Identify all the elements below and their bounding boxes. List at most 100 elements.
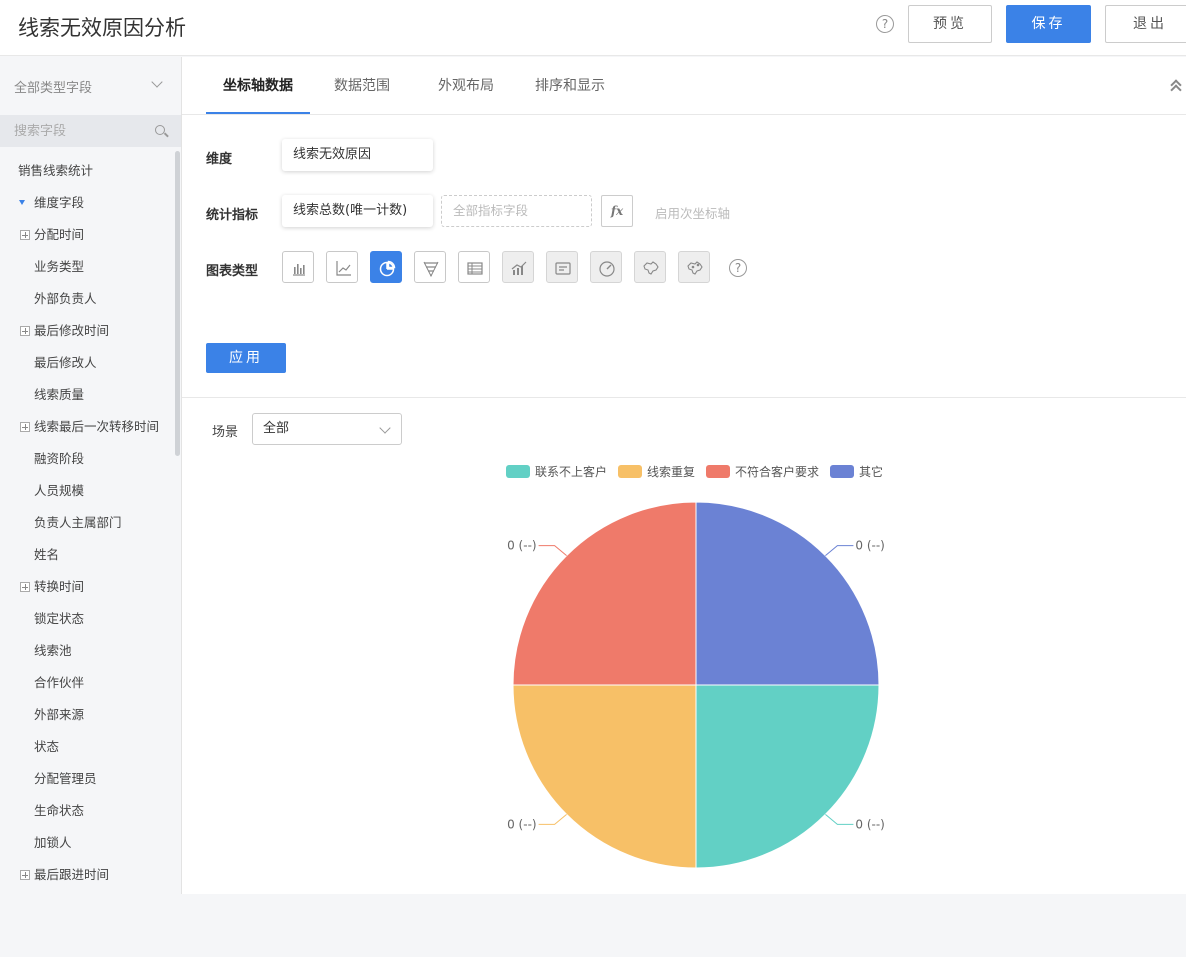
save-button[interactable]: 保存 — [1006, 5, 1091, 43]
main-panel: 坐标轴数据 数据范围 外观布局 排序和显示 维度 线索无效原因 统计指标 线索总… — [182, 57, 1186, 894]
pie-slice[interactable] — [512, 684, 697, 869]
sidebar-item[interactable]: 合作伙伴 — [0, 667, 175, 699]
chart-type-button[interactable] — [370, 251, 402, 283]
sidebar-item[interactable]: 负责人主属部门 — [0, 507, 175, 539]
sidebar-item[interactable]: 外部来源 — [0, 699, 175, 731]
sidebar-item-label: 线索质量 — [34, 387, 85, 402]
sidebar-item-label: 状态 — [34, 739, 60, 754]
pie-label-line — [825, 814, 854, 825]
sidebar-item[interactable]: 融资阶段 — [0, 443, 175, 475]
sidebar-item[interactable]: 维度字段 — [0, 187, 175, 219]
sidebar-item-label: 人员规模 — [34, 483, 85, 498]
sidebar-item-label: 外部负责人 — [34, 291, 97, 306]
sidebar-item[interactable]: 最后跟进时间 — [0, 859, 175, 891]
expand-plus-icon[interactable] — [20, 870, 30, 880]
apply-button[interactable]: 应用 — [206, 343, 286, 373]
sidebar-item-label: 销售线索统计 — [18, 163, 94, 178]
field-sidebar: 全部类型字段 销售线索统计维度字段分配时间业务类型外部负责人最后修改时间最后修改… — [0, 57, 182, 894]
tab-axis-data[interactable]: 坐标轴数据 — [223, 75, 293, 115]
sidebar-item-label: 外部来源 — [34, 707, 85, 722]
pie-data-label: 0 (--) — [507, 817, 536, 831]
sidebar-item[interactable]: 转换时间 — [0, 571, 175, 603]
sidebar-item[interactable]: 外部负责人 — [0, 283, 175, 315]
sidebar-item-label: 锁定状态 — [34, 611, 85, 626]
collapse-icon[interactable] — [1170, 79, 1182, 96]
chart-type-button[interactable] — [546, 251, 578, 283]
sidebar-item[interactable]: 销售线索统计 — [0, 155, 175, 187]
sidebar-item-label: 线索池 — [34, 643, 72, 658]
exit-button[interactable]: 退出 — [1105, 5, 1186, 43]
sidebar-item[interactable]: 生命状态 — [0, 795, 175, 827]
chart-type-button[interactable] — [414, 251, 446, 283]
sidebar-item[interactable]: 锁定状态 — [0, 603, 175, 635]
sidebar-item[interactable]: 线索最后一次转移时间 — [0, 411, 175, 443]
sidebar-item[interactable]: 业务类型 — [0, 251, 175, 283]
pie-data-label: 0 (--) — [855, 817, 884, 831]
caret-down-icon[interactable] — [19, 200, 25, 205]
page-title: 线索无效原因分析 — [18, 16, 186, 40]
top-bar: 线索无效原因分析 ? 预览 保存 退出 — [0, 0, 1186, 56]
pie-slice[interactable] — [695, 501, 880, 686]
sidebar-item[interactable]: 最后修改时间 — [0, 315, 175, 347]
pie-label-line — [538, 814, 567, 825]
metric-dropzone[interactable]: 全部指标字段 — [441, 195, 592, 227]
formula-button[interactable]: fx — [601, 195, 633, 227]
sidebar-scrollbar[interactable] — [175, 151, 180, 456]
sidebar-item[interactable]: 加锁人 — [0, 827, 175, 859]
sidebar-item-label: 维度字段 — [34, 195, 85, 210]
sidebar-item[interactable]: 最后修改人 — [0, 347, 175, 379]
tab-appearance[interactable]: 外观布局 — [438, 75, 494, 115]
dimension-field[interactable]: 线索无效原因 — [282, 139, 433, 171]
preview-button[interactable]: 预览 — [908, 5, 992, 43]
tab-data-range[interactable]: 数据范围 — [334, 75, 390, 115]
sidebar-item-label: 最后修改时间 — [34, 323, 110, 338]
chart-type-button[interactable] — [590, 251, 622, 283]
sidebar-item-label: 生命状态 — [34, 803, 85, 818]
sidebar-item-label: 业务类型 — [34, 259, 85, 274]
sidebar-item-label: 分配时间 — [34, 227, 85, 242]
chart-type-label: 图表类型 — [206, 264, 259, 279]
field-type-select-label: 全部类型字段 — [14, 81, 93, 96]
chart-type-button[interactable] — [458, 251, 490, 283]
chart-type-help-icon[interactable]: ? — [729, 259, 747, 277]
help-icon[interactable]: ? — [876, 15, 894, 33]
chart-type-button[interactable] — [326, 251, 358, 283]
pie-label-line — [538, 545, 567, 556]
expand-plus-icon[interactable] — [20, 230, 30, 240]
sidebar-item[interactable]: 姓名 — [0, 539, 175, 571]
field-type-select[interactable]: 全部类型字段 — [0, 57, 181, 113]
sidebar-item[interactable]: 线索池 — [0, 635, 175, 667]
expand-plus-icon[interactable] — [20, 326, 30, 336]
scene-label: 场景 — [212, 425, 239, 440]
pie-data-label: 0 (--) — [507, 539, 536, 553]
sidebar-item[interactable]: 状态 — [0, 731, 175, 763]
sidebar-item[interactable]: 分配管理员 — [0, 763, 175, 795]
secondary-axis-toggle[interactable]: 启用次坐标轴 — [655, 203, 730, 222]
pie-slice[interactable] — [512, 501, 697, 686]
combo-chart-icon — [511, 261, 527, 275]
sidebar-item-label: 线索最后一次转移时间 — [34, 419, 160, 434]
sidebar-item[interactable]: 人员规模 — [0, 475, 175, 507]
expand-plus-icon[interactable] — [20, 422, 30, 432]
sidebar-item-label: 融资阶段 — [34, 451, 85, 466]
chart-type-button[interactable] — [678, 251, 710, 283]
pie-slice[interactable] — [695, 684, 880, 869]
gauge-chart-icon — [599, 261, 615, 277]
metric-label: 统计指标 — [206, 208, 259, 223]
scatter-map-icon — [687, 261, 703, 275]
expand-plus-icon[interactable] — [20, 582, 30, 592]
pie-data-label: 0 (--) — [855, 539, 884, 553]
sidebar-item-label: 合作伙伴 — [34, 675, 85, 690]
sidebar-item-label: 最后修改人 — [34, 355, 97, 370]
chevron-down-icon — [379, 422, 391, 434]
chart-type-button[interactable] — [634, 251, 666, 283]
chart-type-button[interactable] — [282, 251, 314, 283]
sidebar-item[interactable]: 线索质量 — [0, 379, 175, 411]
sidebar-item[interactable]: 分配时间 — [0, 219, 175, 251]
search-icon[interactable] — [155, 125, 165, 135]
tab-sort-display[interactable]: 排序和显示 — [535, 75, 605, 115]
metric-field[interactable]: 线索总数(唯一计数) — [282, 195, 433, 227]
scene-select-value: 全部 — [263, 421, 290, 436]
scene-select[interactable]: 全部 — [252, 413, 402, 445]
chart-type-button[interactable] — [502, 251, 534, 283]
